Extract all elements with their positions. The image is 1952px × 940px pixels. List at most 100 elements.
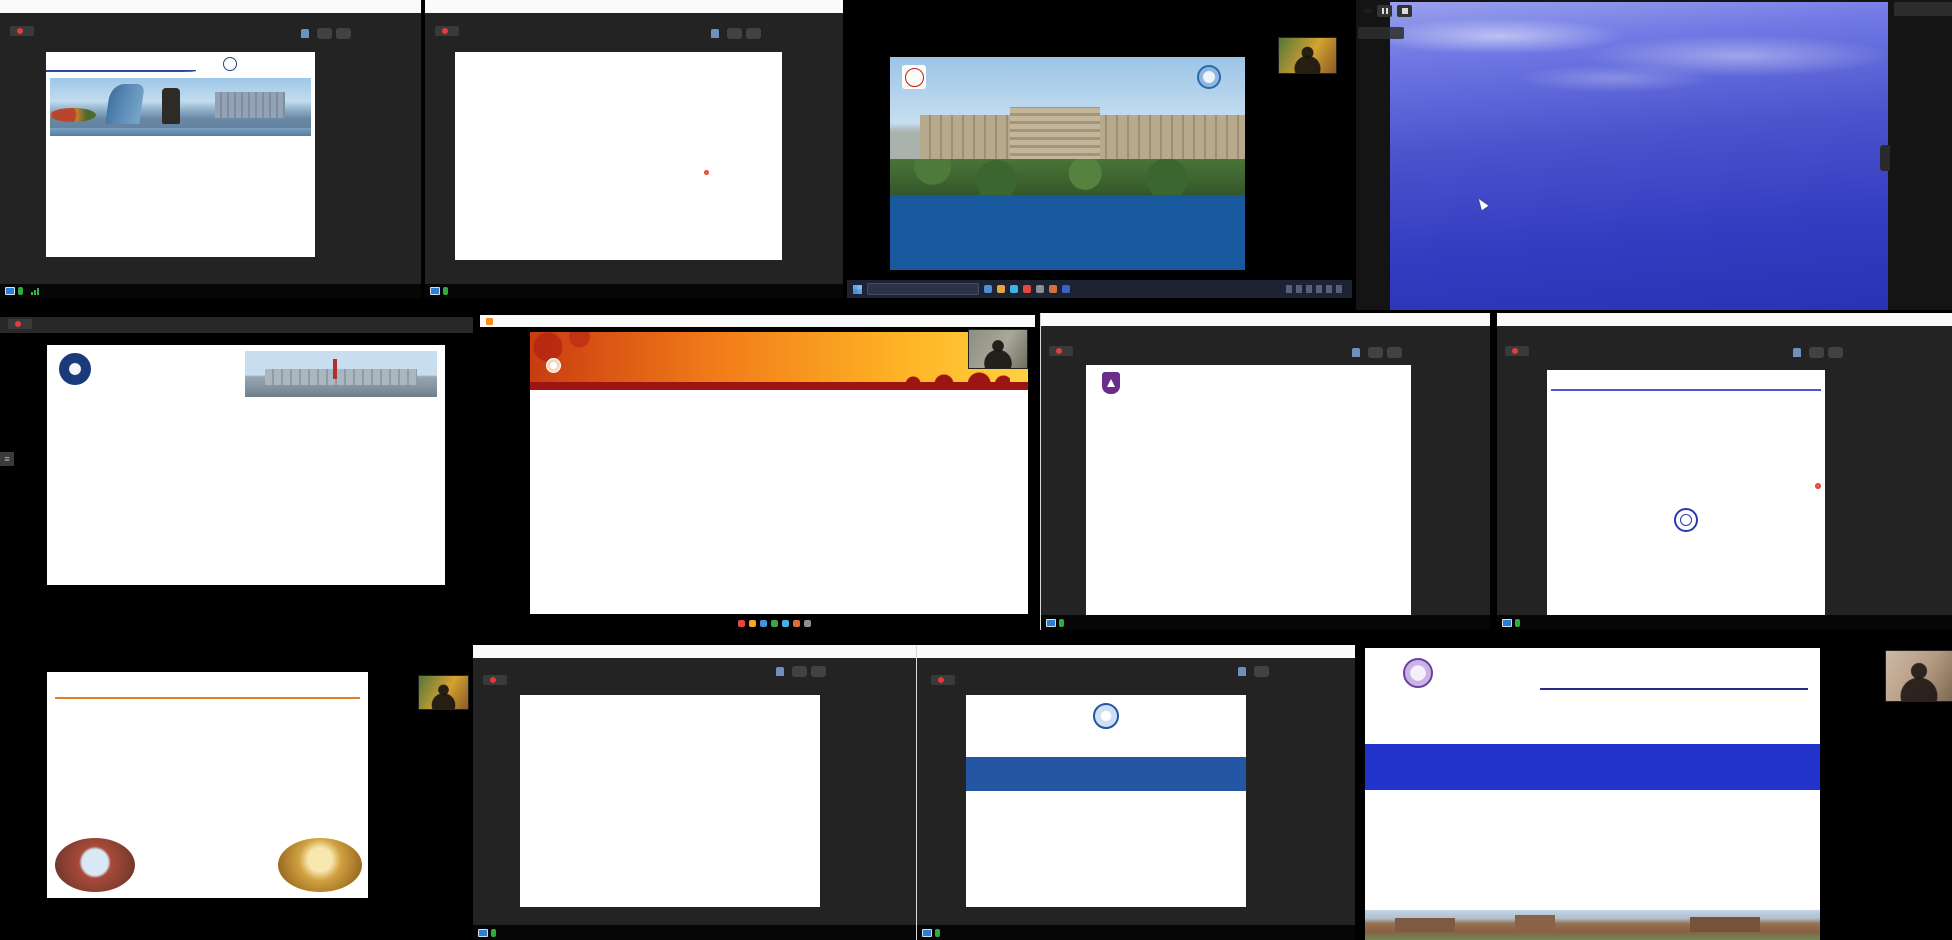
campus-photo bbox=[1365, 910, 1820, 940]
slide-a bbox=[46, 52, 315, 257]
zju-logo-icon bbox=[1093, 703, 1119, 729]
slide-j bbox=[520, 695, 820, 907]
window-titlebar[interactable] bbox=[917, 645, 1355, 658]
sidebar-expand-tab[interactable] bbox=[1880, 145, 1890, 171]
presenter-webcam[interactable] bbox=[968, 329, 1028, 369]
campus-photo bbox=[890, 57, 1245, 195]
window-titlebar[interactable] bbox=[0, 0, 421, 13]
hand-reaction-icon bbox=[727, 28, 742, 39]
window-titlebar[interactable] bbox=[425, 0, 843, 13]
record-dot-icon bbox=[1512, 348, 1518, 354]
pause-record-button[interactable] bbox=[1377, 5, 1392, 17]
mic-icon bbox=[1515, 619, 1520, 627]
screenshot-collage: ≡ bbox=[0, 0, 1952, 940]
hand-reaction-icon bbox=[792, 666, 807, 677]
taskbar-icons bbox=[738, 620, 811, 627]
mic-icon bbox=[491, 929, 496, 937]
ppt-app-icon bbox=[486, 318, 493, 325]
speaker-icon bbox=[711, 29, 719, 38]
app-icon-dot[interactable] bbox=[738, 620, 745, 627]
divider-line bbox=[1551, 389, 1821, 391]
hamburger-icon[interactable]: ≡ bbox=[0, 452, 14, 466]
sxu-logo-icon bbox=[1403, 658, 1433, 688]
recording-label bbox=[1364, 9, 1372, 13]
participant-sidebar bbox=[787, 16, 840, 283]
system-tray[interactable] bbox=[1286, 285, 1346, 293]
participant-sidebar bbox=[1855, 329, 1947, 615]
speaking-indicator bbox=[1238, 666, 1273, 677]
app-icon-dot[interactable] bbox=[793, 620, 800, 627]
window-titlebar[interactable] bbox=[1041, 313, 1490, 326]
app-icon-dot[interactable] bbox=[1036, 285, 1044, 293]
hand-reaction-icon bbox=[317, 28, 332, 39]
laser-pointer-dot bbox=[704, 170, 709, 175]
participant-sidebar bbox=[1894, 18, 1952, 310]
recording-badge[interactable] bbox=[8, 319, 32, 329]
app-icon-dot[interactable] bbox=[1010, 285, 1018, 293]
app-icon-dot[interactable] bbox=[749, 620, 756, 627]
app-icon-dot[interactable] bbox=[804, 620, 811, 627]
speaker-icon bbox=[1352, 348, 1360, 357]
slide-header bbox=[530, 332, 1028, 390]
app-icon-dot[interactable] bbox=[760, 620, 767, 627]
window-titlebar[interactable] bbox=[480, 315, 1035, 327]
speaking-indicator bbox=[1793, 347, 1847, 358]
signal-icon bbox=[31, 288, 39, 295]
overlay-label bbox=[1358, 27, 1404, 39]
stop-record-button[interactable] bbox=[1397, 5, 1412, 17]
app-icon-dot[interactable] bbox=[1062, 285, 1070, 293]
campus-photo-oval bbox=[55, 838, 135, 892]
record-dot-icon bbox=[15, 321, 21, 327]
screen-share-bar bbox=[0, 284, 421, 298]
start-icon[interactable] bbox=[853, 285, 862, 294]
screen-share-bar bbox=[425, 284, 843, 298]
presenter-webcam[interactable] bbox=[1885, 650, 1952, 702]
recording-badge[interactable] bbox=[931, 675, 955, 685]
slide-c bbox=[890, 57, 1245, 270]
app-icon-dot[interactable] bbox=[984, 285, 992, 293]
mic-icon bbox=[18, 287, 23, 295]
window-titlebar[interactable] bbox=[1497, 313, 1952, 326]
screen-share-icon bbox=[1502, 619, 1512, 627]
app-icon-dot[interactable] bbox=[782, 620, 789, 627]
recording-badge[interactable] bbox=[1049, 346, 1073, 356]
presenter-webcam[interactable] bbox=[418, 675, 469, 710]
window-titlebar[interactable] bbox=[473, 645, 916, 658]
search-input[interactable] bbox=[867, 283, 979, 295]
record-dot-icon bbox=[17, 28, 23, 34]
presenter-webcam[interactable] bbox=[1278, 37, 1337, 74]
campus-photo bbox=[50, 78, 311, 136]
app-icon-dot[interactable] bbox=[1023, 285, 1031, 293]
presentation-window-f bbox=[480, 315, 1035, 630]
hand-reaction-icon bbox=[336, 28, 351, 39]
speaker-icon bbox=[301, 29, 309, 38]
screen-share-icon bbox=[922, 929, 932, 937]
shared-screen-l bbox=[1358, 636, 1952, 940]
hand-reaction-icon bbox=[1387, 347, 1402, 358]
speaking-indicator bbox=[776, 666, 826, 677]
slide-swoosh bbox=[46, 70, 196, 72]
sidebar-collapse-button[interactable] bbox=[1894, 2, 1952, 16]
shared-screen-c bbox=[847, 0, 1352, 298]
meeting-window-d bbox=[1356, 0, 1952, 310]
recording-badge[interactable] bbox=[483, 675, 507, 685]
recording-badge[interactable] bbox=[435, 26, 459, 36]
app-icon-dot[interactable] bbox=[771, 620, 778, 627]
nju-logo-icon bbox=[1102, 372, 1120, 394]
app-icon-dot[interactable] bbox=[997, 285, 1005, 293]
slide-b bbox=[455, 52, 782, 260]
app-icon-dot[interactable] bbox=[1049, 285, 1057, 293]
divider-line bbox=[1540, 688, 1808, 690]
bnu-logo-icon bbox=[59, 353, 91, 385]
speaking-indicator bbox=[301, 28, 351, 39]
speaker-icon bbox=[1793, 348, 1801, 357]
recording-badge[interactable] bbox=[10, 26, 34, 36]
scu-logo-icon bbox=[546, 358, 561, 373]
nwpu-logo-icon bbox=[223, 57, 237, 71]
slide-e bbox=[47, 345, 445, 585]
title-banner bbox=[890, 195, 1245, 270]
screen-share-bar bbox=[473, 925, 916, 940]
meeting-window-g bbox=[1040, 313, 1490, 630]
recording-badge[interactable] bbox=[1505, 346, 1529, 356]
temple-photo-oval bbox=[278, 838, 362, 892]
